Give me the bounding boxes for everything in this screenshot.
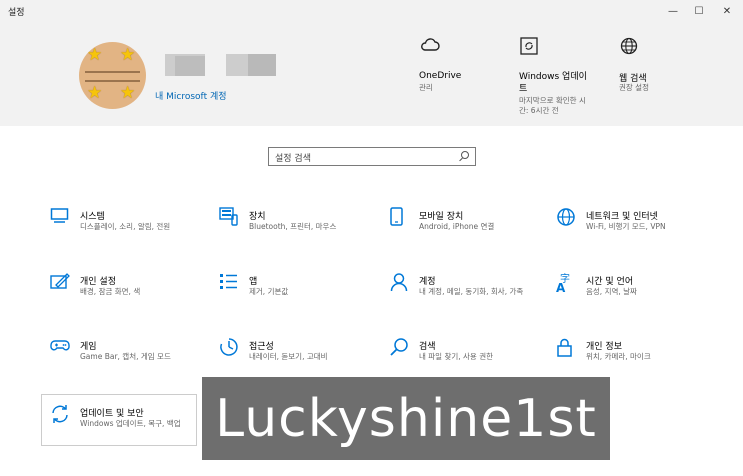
tile-accounts[interactable]: 계정 내 계정, 메일, 동기화, 회사, 가족	[389, 272, 539, 324]
tile-subtitle: Windows 업데이트, 복구, 백업	[80, 419, 181, 428]
time-language-icon: A字	[556, 272, 576, 295]
tile-network-internet[interactable]: 네트워크 및 인터넷 Wi-Fi, 비행기 모드, VPN	[556, 207, 706, 259]
header-item-subtitle: 권장 설정	[619, 83, 649, 92]
tile-title: 계정	[419, 277, 436, 287]
personalization-icon	[50, 272, 70, 292]
tile-personalization[interactable]: 개인 설정 배경, 잠금 화면, 색	[50, 272, 200, 324]
tile-title: 시스템	[80, 212, 105, 222]
network-globe-icon	[556, 207, 576, 227]
microsoft-account-link[interactable]: 내 Microsoft 계정	[155, 89, 227, 102]
tile-title: 게임	[80, 342, 97, 352]
tile-subtitle: Android, iPhone 연결	[419, 222, 495, 231]
tile-gaming[interactable]: 게임 Game Bar, 캡처, 게임 모드	[50, 337, 200, 389]
avatar-text-line	[85, 80, 140, 82]
lock-icon	[556, 337, 576, 357]
windows-update-icon	[520, 37, 538, 59]
tile-subtitle: 디스플레이, 소리, 알림, 전원	[80, 222, 171, 231]
tile-title: 장치	[249, 212, 266, 222]
tile-title: 업데이트 및 보안	[80, 409, 144, 419]
tile-title: 개인 정보	[586, 342, 622, 352]
tile-title: 모바일 장치	[419, 212, 464, 222]
search-placeholder: 설정 검색	[275, 154, 311, 164]
apps-icon	[219, 272, 239, 292]
avatar-text-line	[85, 71, 140, 73]
tile-subtitle: 내 파일 찾기, 사용 권한	[419, 352, 494, 361]
header-item-title: Windows 업데이트	[519, 72, 587, 94]
maximize-button[interactable]: ☐	[684, 0, 714, 22]
header-item-subtitle: 마지막으로 확인한 시간: 6시간 전	[519, 96, 586, 115]
svg-text:字: 字	[560, 272, 570, 285]
tile-title: 앱	[249, 277, 258, 287]
tile-subtitle: Wi-Fi, 비행기 모드, VPN	[586, 222, 666, 231]
window-title: 설정	[8, 8, 25, 18]
star-icon: ★	[87, 45, 103, 65]
tile-subtitle: 위치, 카메라, 마이크	[586, 352, 651, 361]
gamepad-icon	[50, 337, 70, 357]
close-button[interactable]: ✕	[712, 0, 742, 22]
tile-system[interactable]: 시스템 디스플레이, 소리, 알림, 전원	[50, 207, 200, 259]
tile-update-security[interactable]: 업데이트 및 보안 Windows 업데이트, 복구, 백업	[50, 404, 200, 456]
tile-title: 접근성	[249, 342, 274, 352]
star-icon: ★	[87, 83, 103, 103]
tile-subtitle: 배경, 잠금 화면, 색	[80, 287, 141, 296]
tile-title: 개인 설정	[80, 277, 116, 287]
search-icon[interactable]	[461, 151, 469, 159]
cloud-icon	[420, 37, 440, 57]
settings-search-input[interactable]: 설정 검색	[268, 147, 476, 166]
redacted-name	[248, 54, 276, 76]
tile-subtitle: 내 계정, 메일, 동기화, 회사, 가족	[419, 287, 524, 296]
phone-icon	[389, 207, 409, 227]
tile-subtitle: Game Bar, 캡처, 게임 모드	[80, 352, 171, 361]
redacted-name	[175, 56, 205, 76]
tile-subtitle: 음성, 지역, 날짜	[586, 287, 637, 296]
tile-title: 검색	[419, 342, 436, 352]
tile-subtitle: 제거, 기본값	[249, 287, 289, 296]
header-item-title: OneDrive	[419, 71, 462, 81]
search-icon	[389, 337, 409, 357]
tile-apps[interactable]: 앱 제거, 기본값	[219, 272, 369, 324]
avatar[interactable]: ★ ★ ★ ★	[79, 42, 146, 109]
tile-time-language[interactable]: A字 시간 및 언어 음성, 지역, 날짜	[556, 272, 706, 324]
star-icon: ★	[120, 83, 136, 103]
monitor-icon	[50, 207, 70, 227]
title-bar: 설정 — ☐ ✕	[0, 0, 743, 22]
tile-subtitle: Bluetooth, 프린터, 마우스	[249, 222, 337, 231]
globe-icon	[620, 37, 638, 59]
tile-mobile-devices[interactable]: 모바일 장치 Android, iPhone 연결	[389, 207, 539, 259]
header-item-subtitle: 관리	[419, 83, 433, 92]
devices-icon	[219, 207, 239, 227]
tile-title: 시간 및 언어	[586, 277, 634, 287]
accessibility-icon	[219, 337, 239, 357]
update-sync-icon	[50, 404, 70, 424]
tile-subtitle: 내레이터, 돋보기, 고대비	[249, 352, 328, 361]
watermark: Luckyshine1st	[202, 377, 610, 460]
star-icon: ★	[120, 45, 136, 65]
tile-devices[interactable]: 장치 Bluetooth, 프린터, 마우스	[219, 207, 369, 259]
person-icon	[389, 272, 409, 292]
tile-title: 네트워크 및 인터넷	[586, 212, 658, 222]
